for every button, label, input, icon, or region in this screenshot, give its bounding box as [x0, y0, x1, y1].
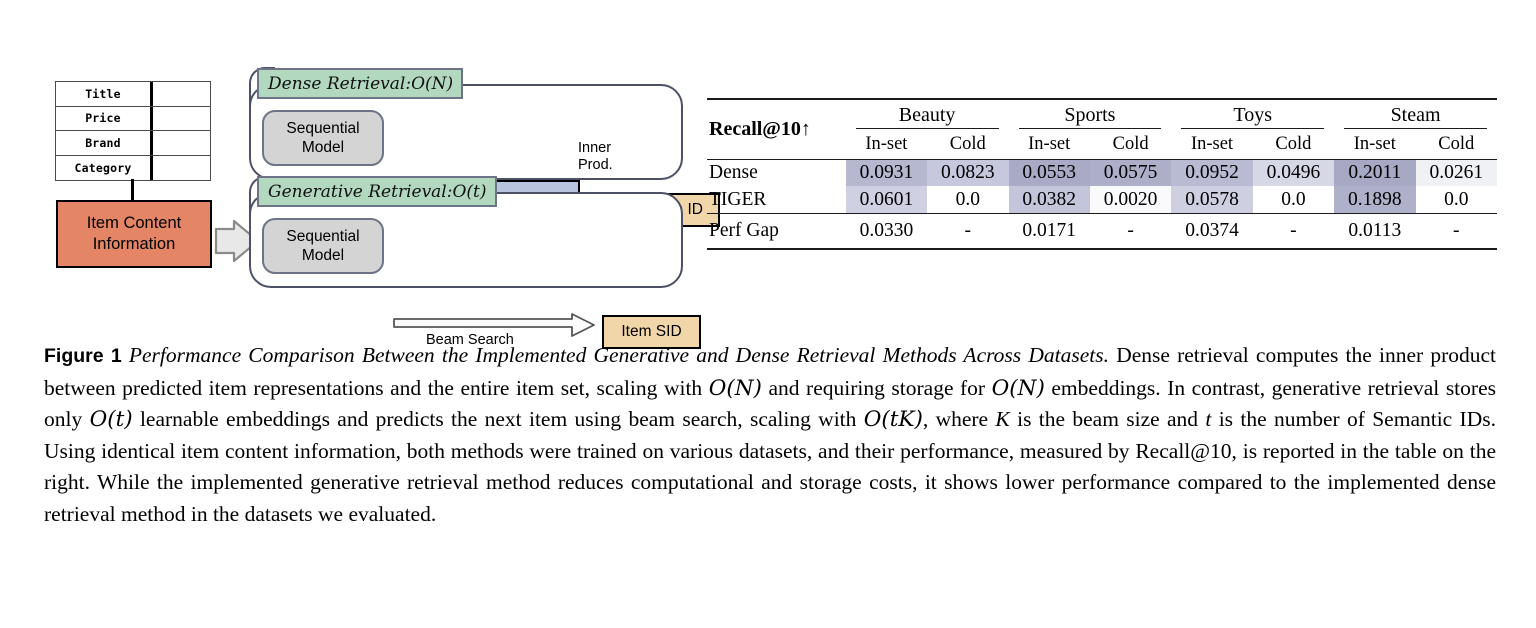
- results-table-wrapper: Recall@10↑ Beauty Sports Toys Steam In-s…: [707, 97, 1497, 251]
- subheader-toys-inset: In-set: [1190, 133, 1234, 154]
- cell-tiger-beauty-inset: 0.0601: [845, 186, 928, 214]
- attribute-value-price: [153, 107, 210, 131]
- caption-math-on-1: O(N): [708, 375, 762, 401]
- attribute-value-category: [153, 156, 210, 181]
- dense-label-complexity: O(N): [411, 73, 454, 94]
- attribute-key-price: Price: [56, 106, 153, 130]
- sequential-model-box-generative: Sequential Model: [262, 218, 384, 274]
- subheader-sports-inset: In-set: [1028, 133, 1071, 154]
- attribute-key-category: Category: [56, 155, 153, 180]
- caption-text-2: and requiring storage for: [761, 375, 992, 400]
- table-row: TIGER 0.0601 0.0 0.0382 0.0020 0.0578 0.…: [707, 186, 1497, 214]
- cell-gap-beauty-cold: -: [927, 212, 1009, 251]
- cell-gap-toys-cold: -: [1252, 212, 1335, 251]
- caption-text-5: , where: [922, 407, 996, 431]
- table-row: Price: [56, 106, 210, 131]
- dataset-header-toys: Toys: [1171, 98, 1335, 128]
- cell-tiger-sports-inset: 0.0382: [1008, 186, 1090, 214]
- cell-tiger-sports-cold: 0.0020: [1089, 186, 1172, 214]
- dataset-header-beauty: Beauty: [845, 98, 1009, 128]
- cell-dense-steam-cold: 0.0261: [1415, 158, 1497, 187]
- cell-gap-toys-inset: 0.0374: [1171, 212, 1253, 251]
- figure-caption: Figure 1 Performance Comparison Between …: [44, 340, 1496, 530]
- cell-gap-sports-inset: 0.0171: [1008, 212, 1090, 251]
- subheader-beauty-inset: In-set: [865, 133, 908, 154]
- figure-label: Figure 1: [44, 345, 122, 367]
- cell-dense-steam-inset: 0.2011: [1334, 158, 1416, 187]
- cell-dense-toys-cold: 0.0496: [1252, 158, 1335, 187]
- generative-retrieval-label: Generative Retrieval: O(t): [257, 176, 497, 207]
- cell-dense-beauty-inset: 0.0931: [845, 158, 928, 187]
- attribute-key-title: Title: [56, 82, 153, 106]
- connector-line: [131, 179, 134, 201]
- attribute-value-brand: [153, 131, 210, 155]
- metric-header-cell: Recall@10↑: [707, 97, 846, 160]
- caption-text-4: learnable embeddings and predicts the ne…: [132, 407, 864, 431]
- cell-dense-sports-inset: 0.0553: [1008, 158, 1090, 187]
- subheader-steam-inset: In-set: [1353, 133, 1396, 154]
- cell-dense-beauty-cold: 0.0823: [927, 158, 1009, 187]
- generative-label-complexity: O(t): [452, 181, 487, 202]
- dense-retrieval-label: Dense Retrieval: O(N): [257, 68, 464, 99]
- caption-math-on-2: O(N): [991, 375, 1045, 401]
- cell-tiger-steam-inset: 0.1898: [1334, 186, 1416, 214]
- subheader-beauty-cold: Cold: [949, 133, 986, 154]
- dataset-header-sports: Sports: [1008, 98, 1172, 128]
- cell-dense-sports-cold: 0.0575: [1089, 158, 1172, 187]
- cell-gap-steam-inset: 0.0113: [1334, 212, 1416, 251]
- caption-text-6: is the beam size and: [1009, 407, 1206, 431]
- sequential-model-box-dense: Sequential Model: [262, 110, 384, 166]
- inner-product-label: Inner Prod.: [578, 140, 613, 173]
- table-row: Title: [56, 82, 210, 107]
- table-row: Category: [56, 155, 210, 181]
- caption-math-ot: O(t): [89, 407, 133, 432]
- caption-math-k: K: [995, 407, 1010, 431]
- table-row: Dense 0.0931 0.0823 0.0553 0.0575 0.0952…: [707, 158, 1497, 187]
- dense-label-text: Dense Retrieval:: [268, 73, 412, 94]
- pipeline-diagram: Title Price Brand Category Item Content …: [44, 62, 720, 349]
- metric-header-label: Recall@10↑: [709, 117, 811, 140]
- figure-caption-title: Performance Comparison Between the Imple…: [128, 343, 1109, 367]
- table-row: Perf Gap 0.0330 - 0.0171 - 0.0374 - 0.01…: [707, 212, 1497, 251]
- cell-tiger-toys-cold: 0.0: [1252, 186, 1335, 214]
- row-label-perf-gap: Perf Gap: [707, 212, 846, 251]
- figure-top-row: Title Price Brand Category Item Content …: [0, 0, 1536, 349]
- attribute-key-brand: Brand: [56, 131, 153, 155]
- cell-gap-steam-cold: -: [1415, 212, 1497, 251]
- cell-gap-beauty-inset: 0.0330: [845, 212, 928, 251]
- cell-gap-sports-cold: -: [1089, 212, 1172, 251]
- table-row: Brand: [56, 131, 210, 156]
- cell-dense-toys-inset: 0.0952: [1171, 158, 1253, 187]
- item-content-information-box: Item Content Information: [56, 200, 212, 268]
- attribute-value-title: [153, 82, 210, 106]
- subheader-steam-cold: Cold: [1438, 133, 1475, 154]
- cell-tiger-steam-cold: 0.0: [1415, 186, 1497, 214]
- item-attribute-table: Title Price Brand Category: [55, 81, 211, 181]
- subheader-sports-cold: Cold: [1112, 133, 1149, 154]
- cell-tiger-beauty-cold: 0.0: [927, 186, 1009, 214]
- generative-label-text: Generative Retrieval:: [268, 181, 453, 202]
- row-label-dense: Dense: [707, 158, 846, 187]
- row-label-tiger: TIGER: [709, 188, 767, 210]
- cell-tiger-toys-inset: 0.0578: [1171, 186, 1253, 214]
- subheader-toys-cold: Cold: [1275, 133, 1312, 154]
- caption-math-otk: O(tK): [863, 407, 923, 432]
- dataset-header-steam: Steam: [1334, 98, 1497, 128]
- results-table: Recall@10↑ Beauty Sports Toys Steam In-s…: [707, 97, 1497, 251]
- table-header-group-row: Recall@10↑ Beauty Sports Toys Steam: [707, 97, 1497, 160]
